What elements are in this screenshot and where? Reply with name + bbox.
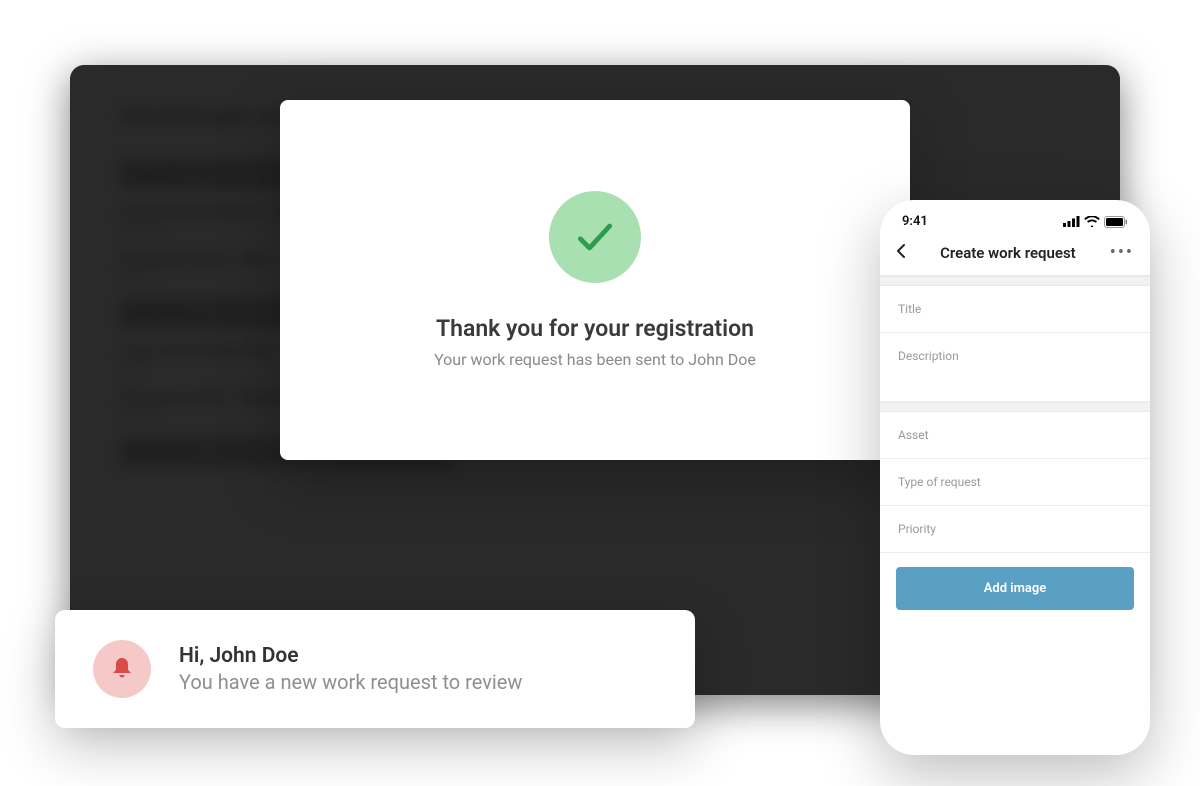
back-button[interactable] <box>896 243 906 263</box>
asset-field[interactable]: Asset <box>880 412 1150 459</box>
divider <box>880 402 1150 412</box>
wifi-icon <box>1084 216 1100 227</box>
priority-field[interactable]: Priority <box>880 506 1150 553</box>
success-check-icon <box>549 191 641 283</box>
confirmation-subtitle: Your work request has been sent to John … <box>434 350 756 369</box>
cellular-signal-icon <box>1063 216 1080 227</box>
bell-icon <box>93 640 151 698</box>
create-request-form: Title Description Asset Type of request … <box>880 286 1150 610</box>
add-image-button[interactable]: Add image <box>896 567 1134 610</box>
description-field[interactable]: Description <box>880 333 1150 402</box>
phone-status-bar: 9:41 <box>880 200 1150 235</box>
status-time: 9:41 <box>902 214 928 229</box>
confirmation-title: Thank you for your registration <box>436 315 754 342</box>
notification-greeting: Hi, John Doe <box>179 644 522 668</box>
type-of-request-field[interactable]: Type of request <box>880 459 1150 506</box>
status-icons <box>1063 216 1128 228</box>
title-field[interactable]: Title <box>880 286 1150 333</box>
phone-screen-header: Create work request ••• <box>880 235 1150 276</box>
notification-body: You have a new work request to review <box>179 670 522 694</box>
phone-mockup: 9:41 Create work request ••• Title Descr… <box>880 200 1150 755</box>
phone-screen-title: Create work request <box>940 244 1076 262</box>
more-options-button[interactable]: ••• <box>1110 244 1134 262</box>
divider <box>880 276 1150 286</box>
confirmation-dialog: Thank you for your registration Your wor… <box>280 100 910 460</box>
notification-text: Hi, John Doe You have a new work request… <box>179 644 522 694</box>
battery-icon <box>1104 216 1128 228</box>
notification-card[interactable]: Hi, John Doe You have a new work request… <box>55 610 695 728</box>
